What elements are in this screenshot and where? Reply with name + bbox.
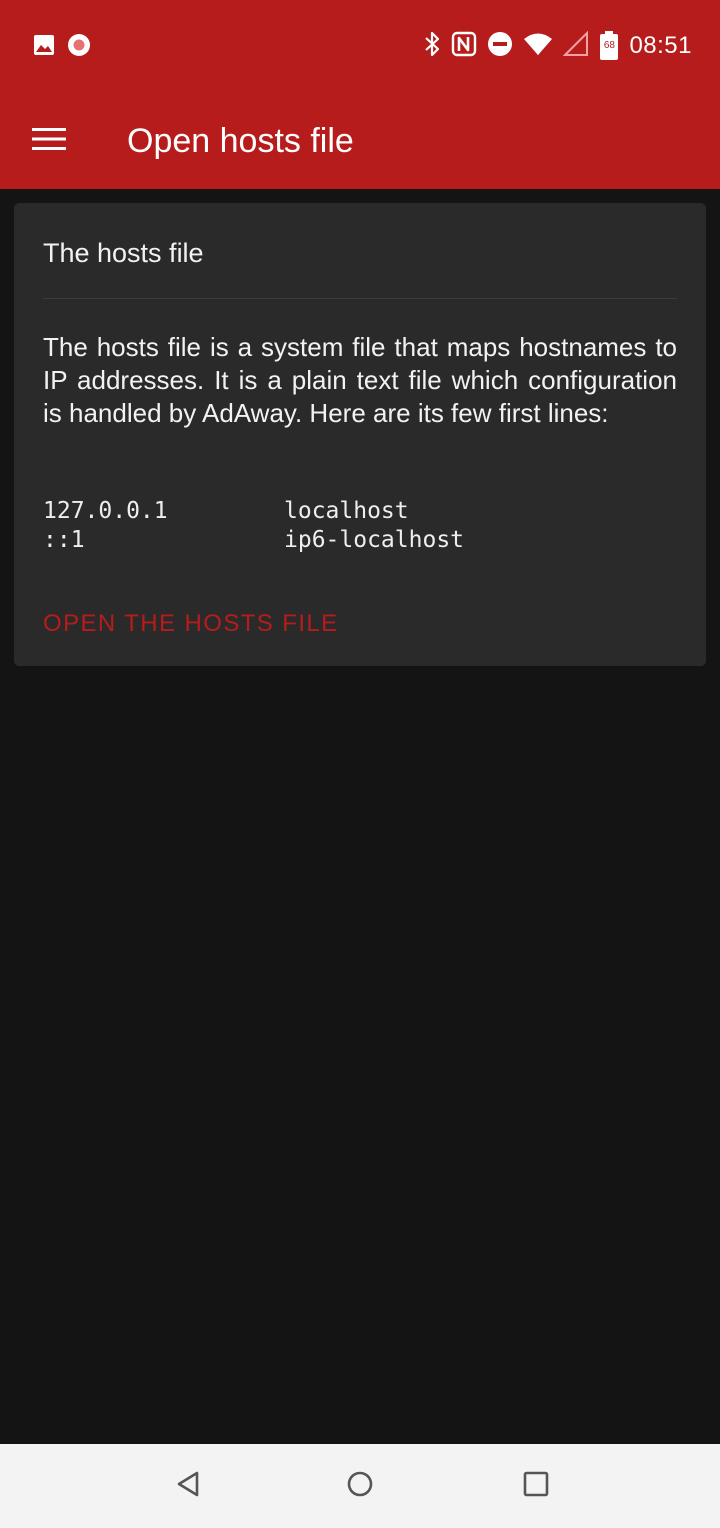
hosts-line-host: ip6-localhost <box>284 527 465 553</box>
back-button[interactable] <box>168 1466 208 1506</box>
hosts-preview: 127.0.0.1 localhost ::1 ip6-localhost <box>43 497 464 555</box>
app-toolbar: Open hosts file <box>0 92 720 189</box>
menu-icon <box>32 127 66 156</box>
navigation-bar <box>0 1444 720 1528</box>
image-icon <box>33 34 55 61</box>
battery-level: 68 <box>603 40 615 51</box>
home-button[interactable] <box>340 1466 380 1506</box>
back-icon <box>175 1470 201 1503</box>
hosts-line-host: localhost <box>284 498 409 524</box>
record-icon <box>67 33 91 62</box>
status-bar: 68 08:51 <box>0 0 720 92</box>
status-time: 08:51 <box>629 32 692 59</box>
hosts-line-ip: ::1 <box>43 527 85 553</box>
recents-icon <box>523 1471 549 1502</box>
recents-button[interactable] <box>516 1466 556 1506</box>
nfc-icon <box>451 31 477 62</box>
card-divider <box>43 298 677 299</box>
menu-button[interactable] <box>22 114 76 168</box>
hosts-line: 127.0.0.1 localhost <box>43 497 464 526</box>
open-hosts-file-button[interactable]: OPEN THE HOSTS FILE <box>43 609 339 639</box>
wifi-icon <box>523 32 553 61</box>
card-description: The hosts file is a system file that map… <box>43 332 677 428</box>
bluetooth-icon <box>423 30 441 63</box>
page-title: Open hosts file <box>127 122 354 160</box>
do-not-disturb-icon <box>487 31 513 62</box>
home-icon <box>346 1470 374 1503</box>
hosts-line: ::1 ip6-localhost <box>43 526 464 555</box>
battery-icon: 68 <box>599 31 619 61</box>
hosts-line-ip: 127.0.0.1 <box>43 498 168 524</box>
card-title: The hosts file <box>43 238 204 268</box>
status-left-icons <box>33 33 91 62</box>
signal-icon <box>563 30 589 62</box>
hosts-file-card: The hosts file The hosts file is a syste… <box>14 203 706 666</box>
status-right-icons: 68 08:51 <box>423 30 692 62</box>
